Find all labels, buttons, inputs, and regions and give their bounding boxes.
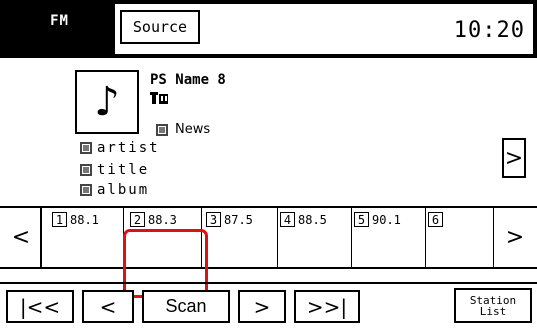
preset-number: 1 bbox=[52, 212, 67, 227]
artist-label: artist bbox=[97, 140, 160, 156]
selected-preset-highlight bbox=[123, 229, 208, 298]
chevron-left-icon: < bbox=[99, 294, 117, 319]
album-row: album bbox=[80, 182, 149, 198]
chevron-right-icon: > bbox=[504, 145, 524, 171]
seek-forward-icon: >>| bbox=[306, 294, 348, 319]
preset-frequency: 87.5 bbox=[224, 213, 253, 227]
preset-button-3[interactable]: 3 87.5 bbox=[202, 208, 278, 267]
preset-button-6[interactable]: 6 bbox=[424, 208, 494, 267]
presets-scroll-left-button[interactable]: < bbox=[2, 208, 42, 267]
preset-frequency: 88.1 bbox=[70, 213, 99, 227]
artist-row: artist bbox=[80, 140, 160, 156]
scan-label: Scan bbox=[165, 296, 207, 316]
seek-back-icon: |<< bbox=[19, 294, 61, 319]
preset-button-1[interactable]: 1 88.1 bbox=[48, 208, 124, 267]
title-label: title bbox=[97, 162, 150, 178]
album-icon bbox=[80, 184, 92, 196]
station-list-line2: List bbox=[479, 304, 507, 318]
preset-number: 5 bbox=[354, 212, 369, 227]
presets-scroll-right-button[interactable]: > bbox=[495, 208, 535, 267]
clock: 10:20 bbox=[453, 18, 525, 43]
tune-up-button[interactable]: > bbox=[238, 290, 286, 323]
preset-button-4[interactable]: 4 88.5 bbox=[276, 208, 352, 267]
seek-back-button[interactable]: |<< bbox=[6, 290, 74, 323]
signal-glyph-icon bbox=[150, 92, 168, 104]
chevron-left-icon: < bbox=[11, 225, 31, 250]
preset-number: 6 bbox=[428, 212, 443, 227]
preset-bar: < 1 88.1 2 88.3 3 87.5 4 88.5 5 90.1 6 > bbox=[0, 206, 537, 269]
title-row: title bbox=[80, 162, 149, 178]
pty-icon bbox=[156, 123, 168, 136]
mode-tab-fm[interactable]: FM bbox=[4, 4, 115, 54]
music-note-icon: ♪ bbox=[75, 70, 139, 134]
title-icon bbox=[80, 164, 92, 176]
chevron-right-icon: > bbox=[505, 225, 525, 250]
pty-label: News bbox=[175, 122, 211, 137]
preset-number: 2 bbox=[130, 212, 145, 227]
preset-button-5[interactable]: 5 90.1 bbox=[350, 208, 426, 267]
seek-forward-button[interactable]: >>| bbox=[294, 290, 360, 323]
album-label: album bbox=[97, 182, 150, 198]
ps-name: PS Name 8 bbox=[150, 72, 226, 88]
mode-label: FM bbox=[50, 13, 69, 29]
radio-screen: FM Source 10:20 ♪ PS Name 8 News artist … bbox=[0, 0, 537, 328]
preset-frequency: 88.5 bbox=[298, 213, 327, 227]
pty-row: News bbox=[156, 122, 210, 137]
preset-number: 3 bbox=[206, 212, 221, 227]
station-list-label: Station List bbox=[470, 295, 516, 317]
chevron-right-icon: > bbox=[253, 294, 271, 319]
source-button[interactable]: Source bbox=[120, 10, 200, 44]
preset-number: 4 bbox=[280, 212, 295, 227]
info-next-button[interactable]: > bbox=[502, 138, 526, 178]
preset-frequency: 90.1 bbox=[372, 213, 401, 227]
scan-button[interactable]: Scan bbox=[142, 290, 230, 323]
tune-down-button[interactable]: < bbox=[82, 290, 134, 323]
divider bbox=[0, 282, 537, 284]
preset-frequency: 88.3 bbox=[148, 213, 177, 227]
now-playing-panel: ♪ PS Name 8 News artist title album > bbox=[0, 58, 537, 206]
artist-icon bbox=[80, 142, 92, 154]
station-list-button[interactable]: Station List bbox=[454, 288, 532, 323]
